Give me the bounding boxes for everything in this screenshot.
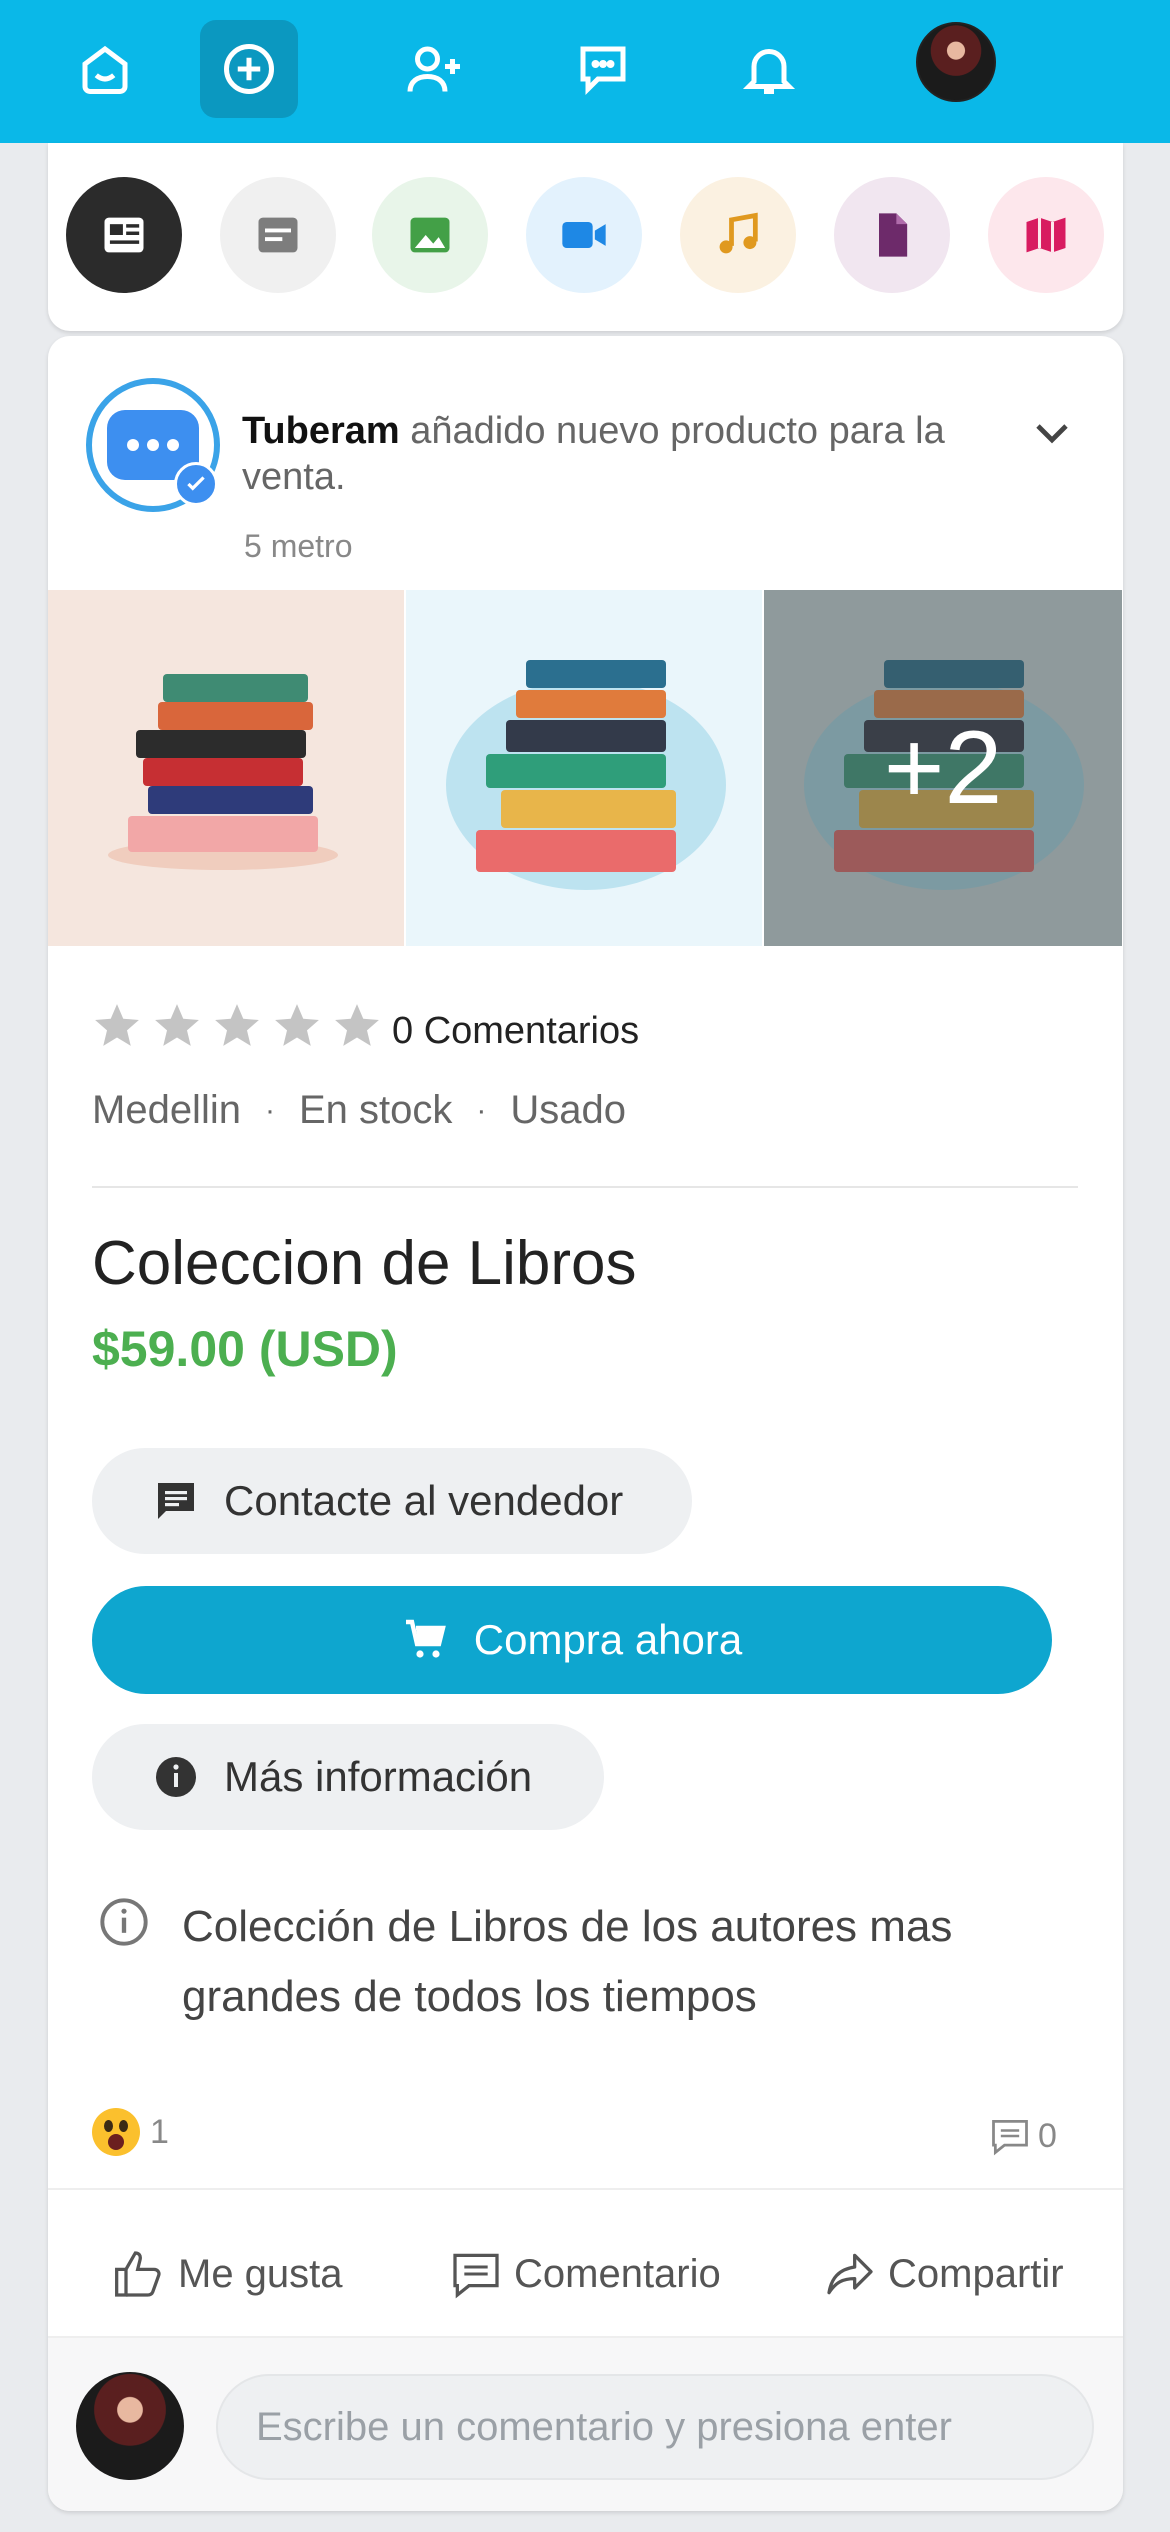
meta-separator: ·	[264, 1093, 275, 1127]
post-headline: Tuberam añadido nuevo producto para la v…	[242, 408, 1042, 500]
info-icon	[156, 1757, 196, 1797]
product-description: Colección de Libros de los autores mas g…	[182, 1902, 953, 2021]
more-info-label: Más información	[224, 1753, 533, 1800]
meta-separator: ·	[476, 1093, 487, 1127]
message-icon	[158, 1483, 194, 1519]
star-icon	[335, 1004, 379, 1046]
reviews-count[interactable]: 0 Comentarios	[392, 1010, 639, 1053]
post-time: 5 metro	[244, 528, 353, 564]
buy-now-label: Compra ahora	[473, 1616, 743, 1663]
add-friend-icon[interactable]	[386, 20, 484, 118]
comment-icon	[453, 2253, 499, 2299]
like-button[interactable]: Me gusta	[112, 2246, 343, 2302]
reaction-count: 1	[150, 2112, 169, 2151]
share-label: Compartir	[888, 2251, 1064, 2296]
product-post-card: Tuberam añadido nuevo producto para la v…	[48, 336, 1123, 2511]
stock-status: En stock	[298, 1088, 453, 1132]
more-info-button[interactable]: Más información	[92, 1724, 604, 1830]
star-icon	[155, 1004, 199, 1046]
chevron-down-icon[interactable]	[1028, 408, 1076, 456]
product-image-3[interactable]: +2	[764, 590, 1122, 946]
product-image-2[interactable]	[406, 590, 764, 946]
notifications-icon[interactable]	[720, 20, 818, 118]
product-price: $59.00 (USD)	[92, 1321, 398, 1377]
divider	[92, 1186, 1078, 1188]
image-icon[interactable]	[372, 177, 488, 293]
home-icon[interactable]	[56, 20, 154, 118]
comment-button[interactable]: Comentario	[448, 2246, 721, 2302]
add-post-icon[interactable]	[200, 20, 298, 118]
contact-seller-label: Contacte al vendedor	[224, 1477, 624, 1524]
video-icon[interactable]	[526, 177, 642, 293]
current-user-avatar	[76, 2372, 184, 2480]
comment-count: 0	[1038, 2116, 1057, 2155]
star-icon	[215, 1004, 259, 1046]
comment-composer	[48, 2336, 1123, 2511]
author-name[interactable]: Tuberam	[242, 410, 400, 452]
star-icon	[275, 1004, 319, 1046]
like-label: Me gusta	[178, 2251, 343, 2296]
rating-stars	[92, 1000, 382, 1050]
product-image-1[interactable]	[48, 590, 406, 946]
comment-icon	[992, 2119, 1028, 2156]
news-feed-icon[interactable]	[66, 177, 182, 293]
post-type-selector	[48, 143, 1123, 331]
top-navigation-bar	[0, 0, 1170, 143]
messages-icon[interactable]	[554, 20, 652, 118]
cart-icon	[405, 1619, 446, 1658]
product-meta: Medellin · En stock · Usado	[92, 1088, 626, 1133]
more-images-count[interactable]: +2	[764, 590, 1122, 946]
document-icon[interactable]	[834, 177, 950, 293]
product-title: Coleccion de Libros	[92, 1229, 637, 1298]
reactions-summary[interactable]: 1	[92, 2108, 169, 2156]
info-outline-icon	[100, 1898, 148, 1946]
verified-badge-icon	[174, 462, 218, 506]
condition: Usado	[510, 1088, 626, 1132]
wow-emoji-icon	[92, 2108, 140, 2156]
share-icon	[827, 2253, 873, 2295]
star-icon	[95, 1004, 139, 1046]
text-post-icon[interactable]	[220, 177, 336, 293]
divider	[48, 2188, 1123, 2190]
contact-seller-button[interactable]: Contacte al vendedor	[92, 1448, 692, 1554]
comment-input[interactable]	[216, 2374, 1094, 2480]
music-icon[interactable]	[680, 177, 796, 293]
comment-label: Comentario	[514, 2251, 721, 2296]
buy-now-button[interactable]: Compra ahora	[92, 1586, 1052, 1694]
profile-avatar[interactable]	[916, 22, 996, 102]
thumbs-up-icon	[115, 2251, 161, 2297]
map-icon[interactable]	[988, 177, 1104, 293]
product-gallery: +2	[48, 590, 1123, 946]
share-button[interactable]: Compartir	[822, 2246, 1064, 2302]
location: Medellin	[92, 1088, 241, 1132]
comments-summary[interactable]: 0	[988, 2114, 1057, 2158]
